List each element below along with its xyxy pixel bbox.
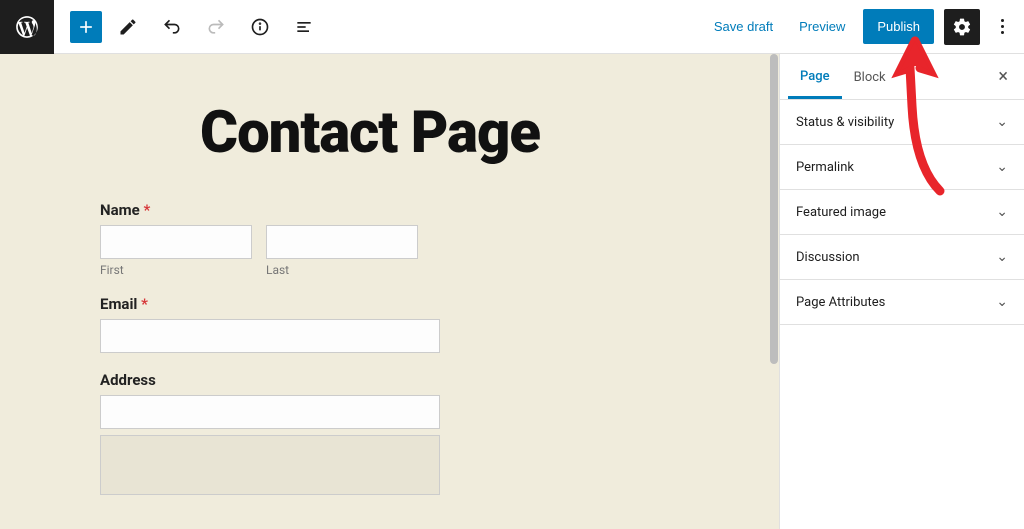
name-field-group: Name * First Last — [100, 201, 550, 277]
main-area: Contact Page Name * First Last — [0, 54, 1024, 529]
email-input[interactable] — [100, 319, 440, 353]
address-field-group: Address — [100, 371, 550, 495]
panel-featured-image[interactable]: Featured image ⌄ — [780, 190, 1024, 235]
outline-icon[interactable] — [286, 9, 322, 45]
more-options-button[interactable] — [990, 19, 1014, 34]
first-sublabel: First — [100, 263, 252, 277]
editor-top-bar: Save draft Preview Publish — [0, 0, 1024, 54]
preview-button[interactable]: Preview — [791, 13, 853, 40]
info-icon[interactable] — [242, 9, 278, 45]
chevron-down-icon: ⌄ — [996, 249, 1008, 265]
email-label: Email * — [100, 295, 550, 313]
required-mark: * — [143, 201, 150, 219]
close-sidebar-button[interactable]: × — [990, 62, 1016, 91]
settings-sidebar: Page Block × Status & visibility ⌄ Perma… — [779, 54, 1024, 529]
panel-label: Page Attributes — [796, 295, 885, 310]
wordpress-logo[interactable] — [0, 0, 54, 54]
email-field-group: Email * — [100, 295, 550, 353]
address-label: Address — [100, 371, 550, 389]
first-name-input[interactable] — [100, 225, 252, 259]
top-right-actions: Save draft Preview Publish — [706, 9, 1024, 45]
top-left-tools — [0, 0, 322, 54]
canvas-scrollbar[interactable] — [769, 54, 779, 529]
panel-status-visibility[interactable]: Status & visibility ⌄ — [780, 100, 1024, 145]
undo-icon[interactable] — [154, 9, 190, 45]
add-block-button[interactable] — [70, 11, 102, 43]
save-draft-button[interactable]: Save draft — [706, 13, 781, 40]
chevron-down-icon: ⌄ — [996, 204, 1008, 220]
name-label: Name * — [100, 201, 550, 219]
chevron-down-icon: ⌄ — [996, 294, 1008, 310]
name-label-text: Name — [100, 201, 140, 219]
contact-form-block: Name * First Last Email * — [100, 201, 550, 495]
last-sublabel: Last — [266, 263, 418, 277]
redo-icon[interactable] — [198, 9, 234, 45]
publish-button[interactable]: Publish — [863, 9, 934, 44]
panel-label: Permalink — [796, 160, 854, 175]
scroll-thumb[interactable] — [770, 54, 778, 364]
address-line1-input[interactable] — [100, 395, 440, 429]
panel-label: Featured image — [796, 205, 886, 220]
email-label-text: Email — [100, 295, 137, 313]
gear-icon — [952, 17, 972, 37]
chevron-down-icon: ⌄ — [996, 114, 1008, 130]
tab-block[interactable]: Block — [842, 56, 898, 97]
page-title[interactable]: Contact Page — [200, 99, 679, 167]
panel-permalink[interactable]: Permalink ⌄ — [780, 145, 1024, 190]
required-mark: * — [141, 295, 148, 313]
edit-icon[interactable] — [110, 9, 146, 45]
sidebar-tabs: Page Block × — [780, 54, 1024, 100]
address-line2-input[interactable] — [100, 435, 440, 495]
tab-page[interactable]: Page — [788, 55, 842, 99]
last-name-input[interactable] — [266, 225, 418, 259]
panel-page-attributes[interactable]: Page Attributes ⌄ — [780, 280, 1024, 325]
panel-label: Discussion — [796, 250, 860, 265]
editor-canvas[interactable]: Contact Page Name * First Last — [0, 54, 779, 529]
settings-button[interactable] — [944, 9, 980, 45]
panel-label: Status & visibility — [796, 115, 894, 130]
panel-discussion[interactable]: Discussion ⌄ — [780, 235, 1024, 280]
chevron-down-icon: ⌄ — [996, 159, 1008, 175]
